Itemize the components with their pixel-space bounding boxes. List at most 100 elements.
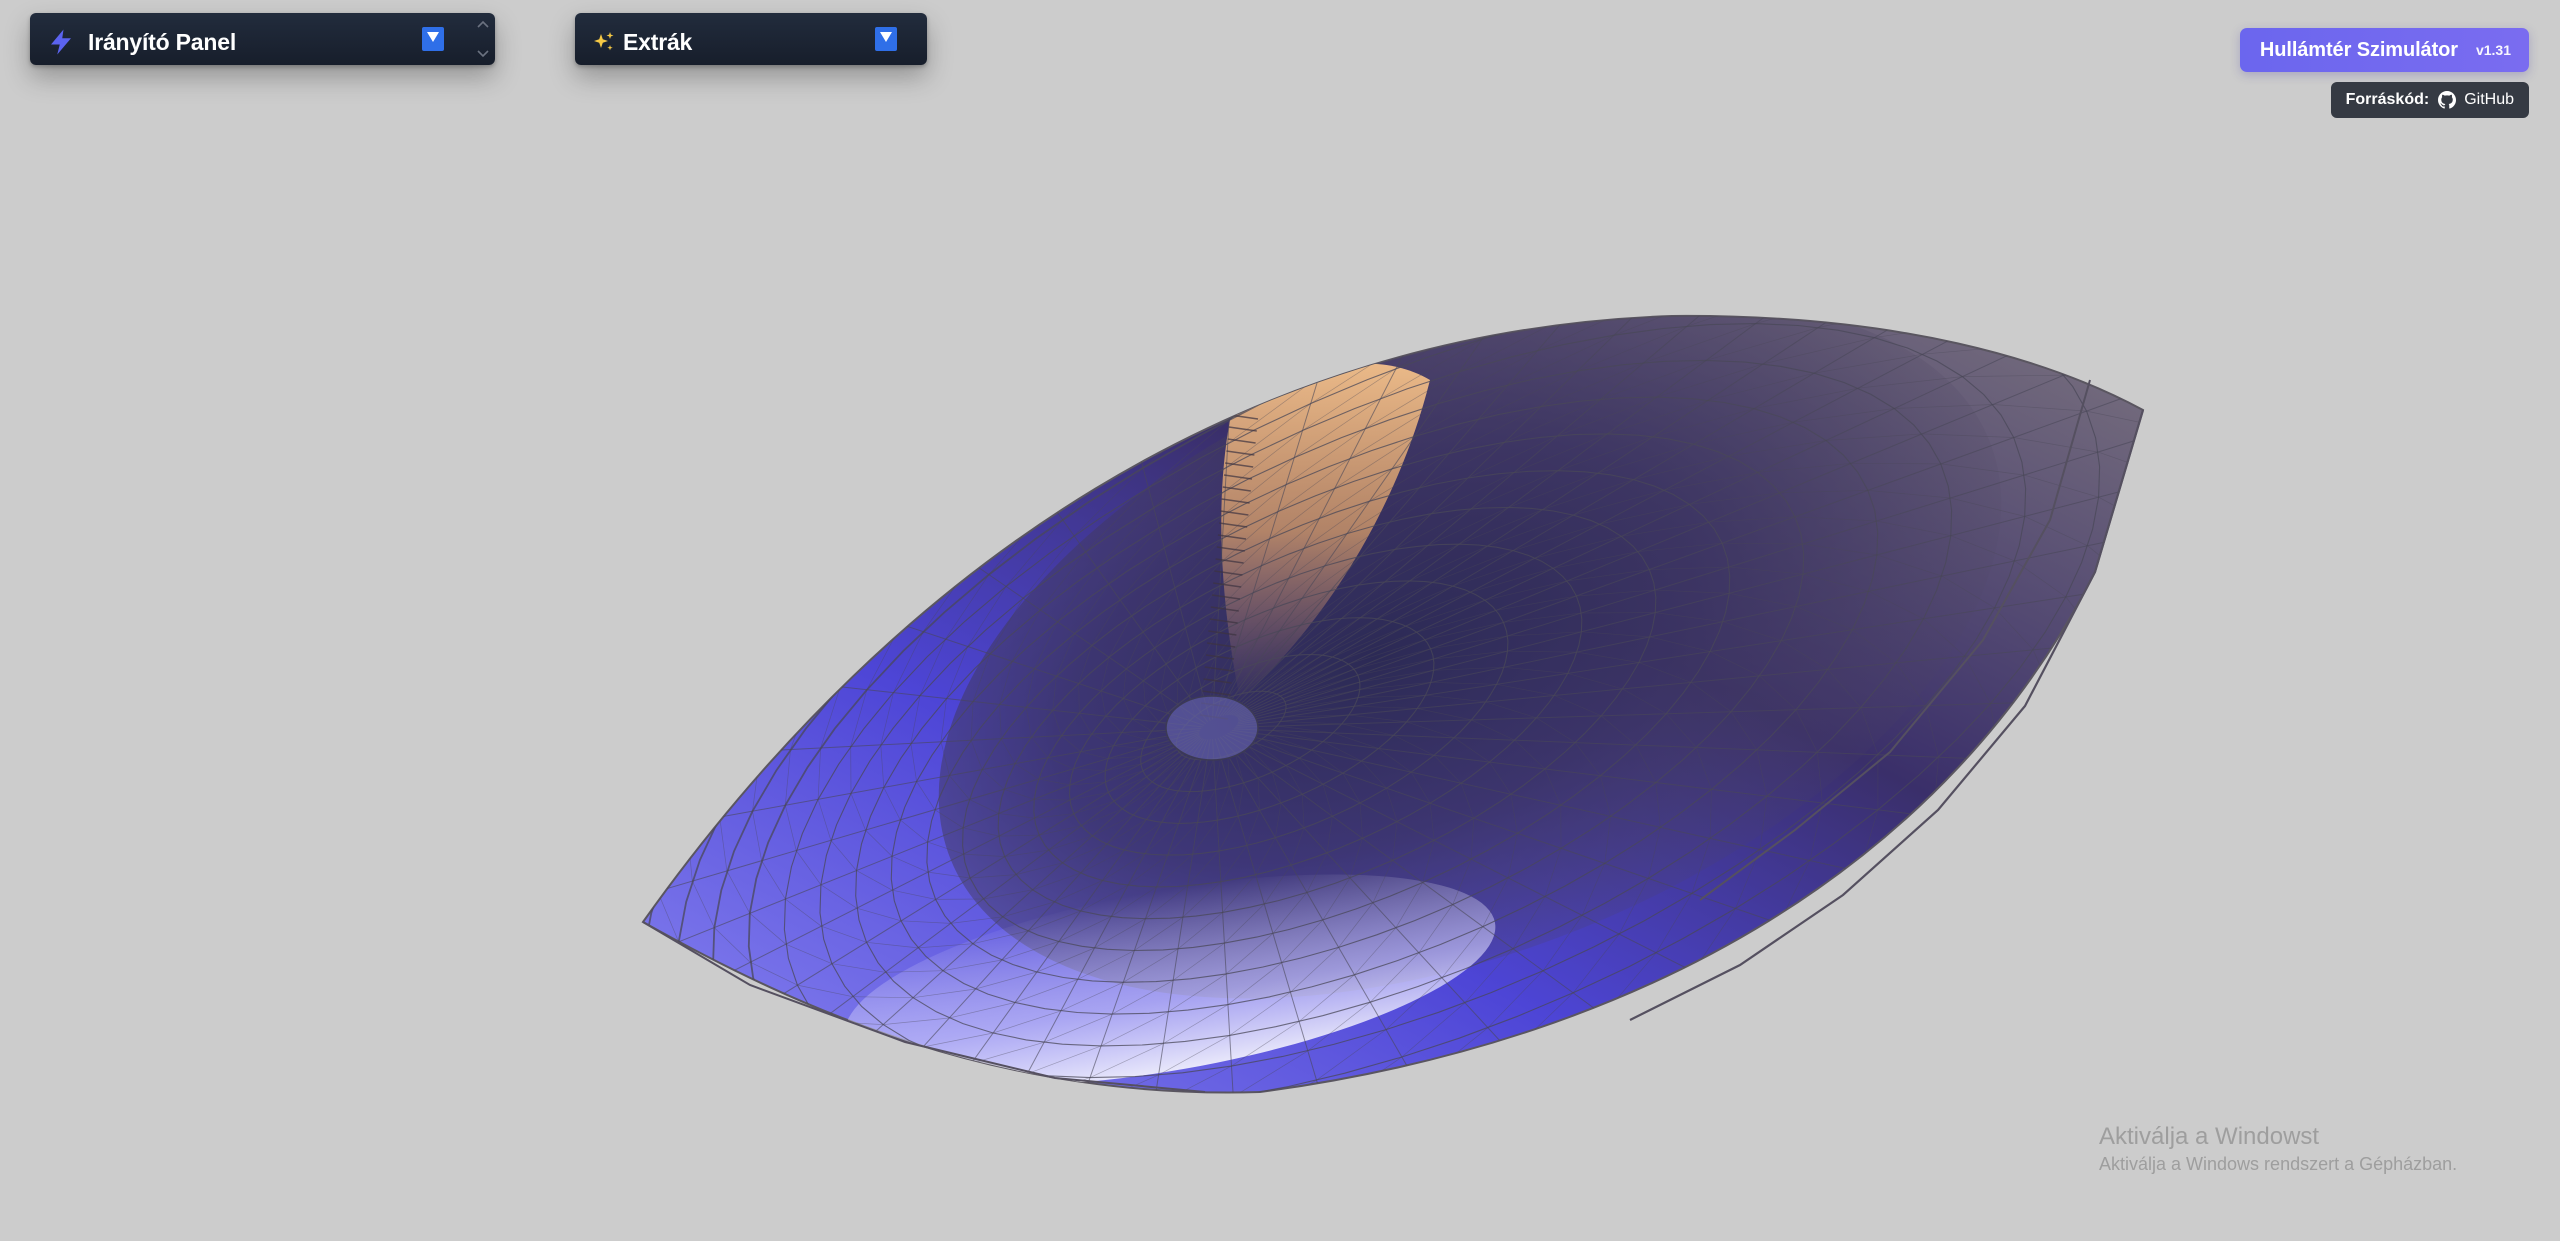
mesh-diagonal [1333, 1084, 1418, 1093]
mesh-diagonal [1866, 882, 1910, 954]
mesh-diagonal [1874, 267, 1995, 291]
mesh-diagonal [906, 1137, 994, 1155]
mesh-diagonal [2134, 345, 2143, 359]
mesh-diagonal [2320, 440, 2379, 486]
mesh-diagonal [1465, 1103, 1557, 1167]
mesh-diagonal [1656, 157, 1797, 214]
mesh-diagonal [714, 979, 763, 1007]
mesh-diagonal [1854, 218, 1983, 250]
mesh-diagonal [2065, 596, 2102, 644]
github-link-text: GitHub [2464, 91, 2514, 108]
mesh-diagonal [1449, 1077, 1535, 1093]
wave-surface-viewport[interactable] [0, 0, 2560, 1241]
mesh-diagonal [1240, 1168, 1342, 1220]
control-panel[interactable]: Irányító Panel [30, 13, 495, 65]
mesh-diagonal [1909, 893, 1960, 969]
mesh-diagonal [2101, 643, 2121, 700]
mesh-diagonal [1046, 1170, 1144, 1205]
mesh-diagonal [1984, 196, 2116, 218]
mesh-diagonal [818, 1155, 906, 1163]
mesh-diagonal [2277, 287, 2378, 306]
mesh-diagonal [728, 1027, 788, 1046]
mesh-diagonal [734, 1160, 818, 1164]
control-panel-scrollbar[interactable] [470, 15, 495, 63]
mesh-diagonal [689, 1119, 763, 1133]
mesh-diagonal [2167, 281, 2277, 287]
mesh-diagonal [659, 1070, 723, 1093]
mesh-diagonal [1035, 1201, 1140, 1236]
mesh-diagonal [2172, 478, 2233, 515]
mesh-diagonal [2239, 630, 2251, 695]
scroll-up-icon[interactable] [475, 15, 491, 33]
mesh-diagonal [853, 1046, 923, 1052]
mesh-diagonal [2008, 830, 2045, 905]
mesh-diagonal [1693, 1008, 1768, 1082]
extras-panel-dropdown-button[interactable] [875, 27, 897, 51]
mesh-diagonal [1527, 213, 1656, 274]
watermark-subtitle: Aktiválja a Windows rendszert a Gépházba… [2099, 1154, 2458, 1174]
extras-panel-title: Extrák [623, 28, 693, 55]
mesh-diagonal [823, 1075, 897, 1079]
mesh-diagonal [960, 1173, 1057, 1200]
mesh-diagonal [693, 1049, 755, 1071]
mesh-diagonal [1929, 231, 2055, 254]
mesh-diagonal [1953, 145, 2094, 176]
mesh-diagonal [794, 1105, 871, 1106]
mesh-diagonal [878, 538, 938, 618]
mesh-diagonal [884, 1168, 977, 1185]
mesh-diagonal [1132, 348, 1234, 428]
mesh-diagonal [2055, 218, 2181, 231]
mesh-diagonal [1627, 192, 1761, 247]
mesh-diagonal [679, 998, 729, 1029]
mesh-diagonal [2052, 281, 2167, 286]
mesh-diagonal [813, 609, 857, 685]
mesh-diagonal [2181, 217, 2303, 218]
control-panel-dropdown-button[interactable] [422, 27, 444, 51]
mesh-diagonal [2170, 637, 2185, 698]
mesh-diagonal [1818, 315, 1935, 328]
mesh-diagonal [2320, 383, 2394, 420]
mesh-diagonal [994, 1109, 1079, 1136]
mesh-diagonal [1505, 247, 1627, 306]
mesh-diagonal [1335, 315, 1458, 323]
mesh-diagonal [1327, 315, 1443, 350]
mesh-diagonal [762, 1006, 821, 1022]
mesh-diagonal [2206, 316, 2305, 332]
mesh-diagonal [1904, 182, 2039, 214]
mesh-diagonal [1766, 938, 1824, 1010]
mesh-diagonal [844, 1125, 927, 1135]
mesh-diagonal [792, 1186, 884, 1193]
extras-panel[interactable]: Extrák [575, 13, 927, 65]
mesh-diagonal [1351, 1139, 1449, 1197]
caret-down-icon [426, 30, 440, 48]
source-label: Forráskód: [2345, 91, 2430, 108]
mesh-diagonal [1567, 315, 1688, 317]
app-window: Irányító Panel Extrák Hullámtér Szimulát… [0, 0, 2560, 1241]
sparkles-icon [591, 25, 617, 59]
github-link[interactable]: GitHub [2438, 91, 2514, 109]
surface-core [1165, 695, 1259, 761]
mesh-diagonal [1774, 213, 1904, 253]
mesh-diagonal [1860, 140, 2003, 180]
mesh-diagonal [2172, 429, 2246, 459]
app-title-badge: Hullámtér Szimulátor v1.31 [2239, 28, 2529, 72]
mesh-diagonal [2136, 585, 2143, 637]
mesh-diagonal [1550, 179, 1686, 242]
mesh-diagonal [1411, 315, 1528, 339]
mesh-diagonal [2117, 249, 2236, 253]
mesh-diagonal [722, 1094, 794, 1105]
mesh-diagonal [787, 1045, 854, 1052]
mesh-diagonal [1755, 315, 1874, 324]
lightning-bolt-icon [44, 25, 78, 59]
mesh-diagonal [643, 955, 680, 999]
scroll-down-icon[interactable] [475, 45, 491, 63]
mesh-diagonal [754, 1069, 824, 1079]
app-version: v1.31 [2475, 42, 2511, 58]
mesh-diagonal [1427, 242, 1550, 309]
mesh-diagonal [1039, 407, 1128, 488]
github-icon [2438, 91, 2457, 109]
mesh-diagonal [1987, 315, 2099, 321]
mesh-diagonal [643, 1016, 694, 1050]
mesh-diagonal [1144, 1128, 1235, 1170]
mesh-diagonal [1663, 990, 1731, 1060]
